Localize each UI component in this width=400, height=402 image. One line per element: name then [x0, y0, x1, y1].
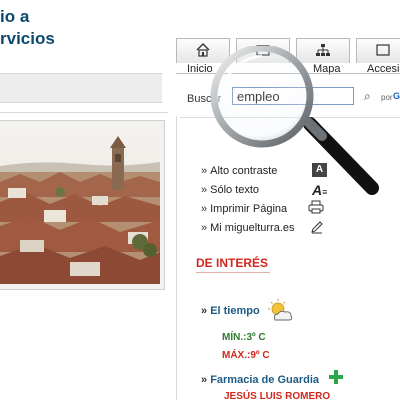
- column-divider: [176, 116, 177, 400]
- left-menu-bar: [0, 73, 162, 103]
- text-only-icon: A≡: [312, 182, 328, 198]
- my-account-link[interactable]: » Mi miguelturra.es: [201, 222, 294, 234]
- site-title: io a rvicios: [0, 6, 55, 50]
- town-photo: [0, 122, 160, 284]
- edit-icon: [311, 221, 323, 234]
- text-only-link[interactable]: » Sólo texto: [201, 184, 259, 196]
- weather-link[interactable]: » El tiempo: [201, 305, 260, 317]
- site-title-line2: rvicios: [0, 29, 55, 48]
- temperature-max: MÁX.:9º C: [222, 350, 270, 361]
- section-heading-interest: DE INTERÉS: [196, 256, 269, 270]
- pharmacy-name: JESÚS LUIS ROMERO: [224, 391, 331, 402]
- temperature-min: MÍN.:3º C: [222, 332, 266, 343]
- magnifier-icon: [210, 46, 379, 195]
- left-divider: [0, 112, 168, 113]
- print-icon: [308, 200, 324, 214]
- high-contrast-link[interactable]: » Alto contraste: [201, 165, 277, 177]
- section-rule: [196, 272, 270, 273]
- print-link[interactable]: » Imprimir Página: [201, 203, 287, 215]
- contrast-icon: A: [312, 163, 327, 177]
- pharmacy-cross-icon: [329, 370, 343, 384]
- pharmacy-link[interactable]: » Farmacia de Guardia: [201, 374, 319, 386]
- site-title-line1: io a: [0, 7, 30, 26]
- weather-icon: [268, 299, 293, 321]
